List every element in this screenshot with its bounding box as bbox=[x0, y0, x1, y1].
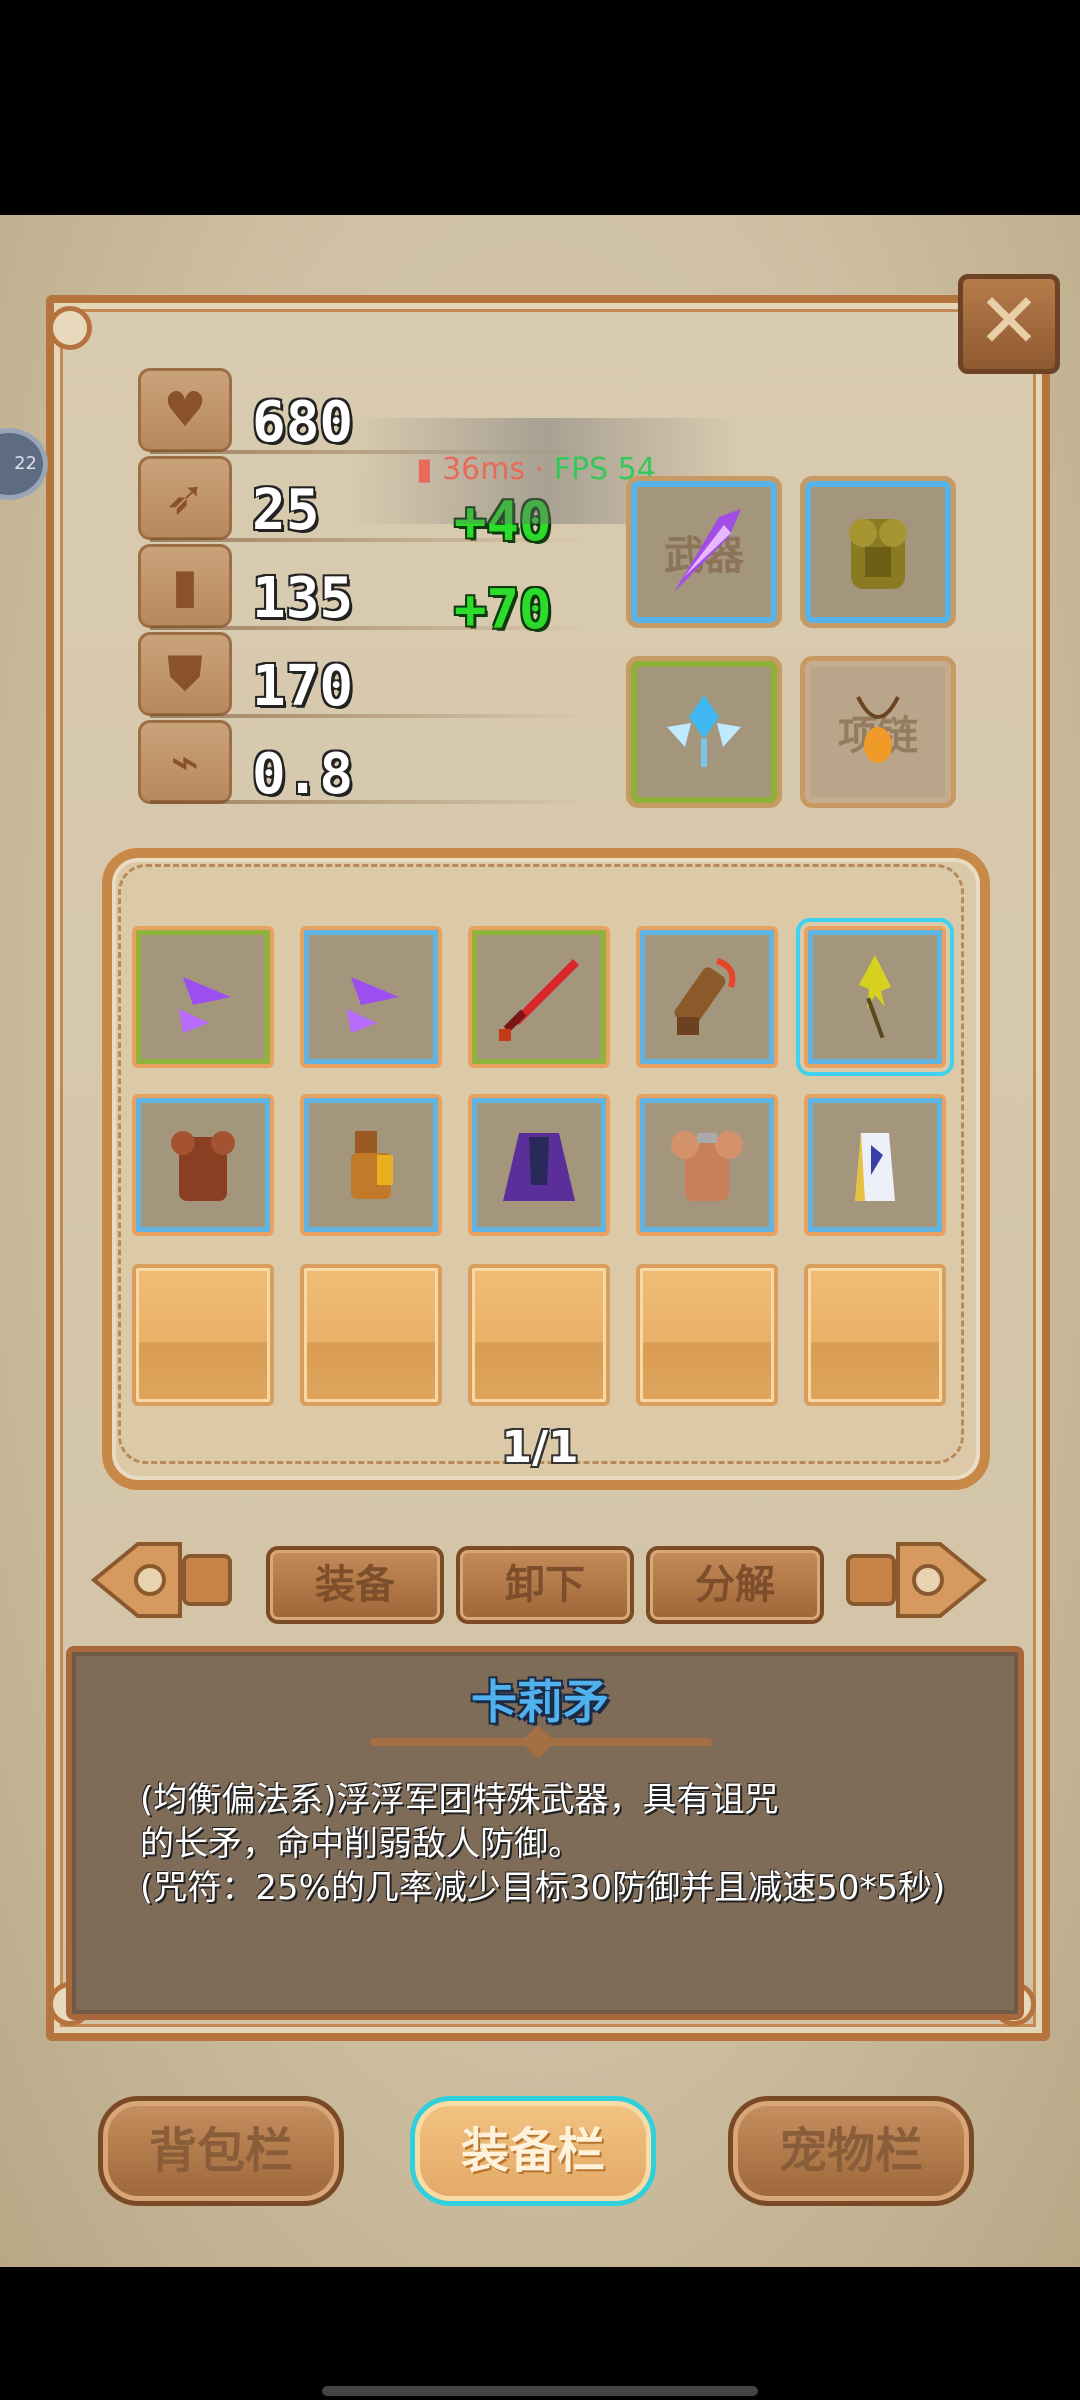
equipped-armor-slot[interactable] bbox=[800, 476, 956, 628]
close-button[interactable]: ✕ bbox=[958, 274, 1060, 374]
bow-icon: ➶ bbox=[138, 456, 232, 540]
gold-armor-icon bbox=[805, 481, 951, 623]
stat-attack-value: 25 bbox=[252, 478, 320, 543]
stat-hp-value: 680 bbox=[252, 390, 354, 455]
next-page-arrow[interactable] bbox=[842, 1534, 990, 1626]
stat-divider bbox=[150, 800, 590, 804]
inventory-slot-empty[interactable] bbox=[636, 1264, 778, 1406]
inventory-slot-selected[interactable] bbox=[796, 918, 954, 1076]
leather-armor-icon bbox=[136, 1098, 270, 1232]
inventory-slot[interactable] bbox=[636, 926, 778, 1068]
fire-cannon-icon bbox=[640, 930, 774, 1064]
shield-icon: ⛊ bbox=[138, 632, 232, 716]
boot-icon: ⌁ bbox=[138, 720, 232, 804]
bronze-vest-icon bbox=[304, 1098, 438, 1232]
red-sword-icon bbox=[472, 930, 606, 1064]
inventory-slot[interactable] bbox=[300, 926, 442, 1068]
golden-spear-icon bbox=[808, 930, 942, 1064]
tab-backpack[interactable]: 背包栏 bbox=[98, 2096, 344, 2206]
stat-speed-value: 0.8 bbox=[252, 742, 354, 807]
silver-robe-icon bbox=[808, 1098, 942, 1232]
stat-divider bbox=[150, 538, 590, 542]
purple-shard-icon bbox=[304, 930, 438, 1064]
stat-divider bbox=[150, 626, 590, 630]
stat-magic-bonus: +70 bbox=[454, 578, 552, 641]
prev-page-arrow[interactable] bbox=[88, 1534, 236, 1626]
stat-magic-value: 135 bbox=[252, 566, 354, 631]
tab-pets[interactable]: 宠物栏 bbox=[728, 2096, 974, 2206]
inventory-slot-empty[interactable] bbox=[300, 1264, 442, 1406]
tab-equipment[interactable]: 装备栏 bbox=[410, 2096, 656, 2206]
equipped-necklace-slot[interactable]: 项链 bbox=[800, 656, 956, 808]
inventory-slot[interactable] bbox=[468, 926, 610, 1068]
item-description-line: 的长矛，命中削弱敌人防御。 bbox=[140, 1824, 582, 1864]
page-indicator: 1/1 bbox=[501, 1422, 579, 1473]
signal-icon: ▮ bbox=[416, 452, 433, 487]
inventory-slot[interactable] bbox=[132, 926, 274, 1068]
purple-feather-icon bbox=[631, 481, 777, 623]
item-description-line: (均衡偏法系)浮浮军团特殊武器，具有诅咒 bbox=[140, 1780, 779, 1820]
equipped-weapon-slot[interactable]: 武器 bbox=[626, 476, 782, 628]
fps-readout: ▮ 36ms · FPS 54 bbox=[416, 452, 656, 487]
decompose-button[interactable]: 分解 bbox=[646, 1546, 824, 1624]
crystal-icon: ▮ bbox=[138, 544, 232, 628]
ice-crystal-ornament-icon bbox=[631, 661, 777, 803]
inventory-slot-empty[interactable] bbox=[804, 1264, 946, 1406]
latency-text: 36ms bbox=[442, 452, 526, 487]
frame-corner-ornament bbox=[48, 306, 92, 350]
inventory-slot[interactable] bbox=[468, 1094, 610, 1236]
inventory-slot[interactable] bbox=[300, 1094, 442, 1236]
inventory-slot-empty[interactable] bbox=[468, 1264, 610, 1406]
home-indicator[interactable] bbox=[322, 2386, 758, 2396]
inventory-slot[interactable] bbox=[804, 1094, 946, 1236]
purple-shard-icon bbox=[136, 930, 270, 1064]
item-name: 卡莉矛 bbox=[471, 1675, 609, 1729]
unequip-button[interactable]: 卸下 bbox=[456, 1546, 634, 1624]
equip-button[interactable]: 装备 bbox=[266, 1546, 444, 1624]
inventory-slot[interactable] bbox=[636, 1094, 778, 1236]
heart-icon: ♥ bbox=[138, 368, 232, 452]
inventory-slot[interactable] bbox=[132, 1094, 274, 1236]
purple-cloak-icon bbox=[472, 1098, 606, 1232]
copper-armor-icon bbox=[640, 1098, 774, 1232]
inventory-slot-empty[interactable] bbox=[132, 1264, 274, 1406]
amber-necklace-icon bbox=[805, 661, 951, 803]
equipped-ornament-slot[interactable] bbox=[626, 656, 782, 808]
stat-defense-value: 170 bbox=[252, 654, 354, 719]
item-description-line: (咒符：25%的几率减少目标30防御并且减速50*5秒) bbox=[140, 1868, 946, 1908]
stat-divider bbox=[150, 714, 590, 718]
